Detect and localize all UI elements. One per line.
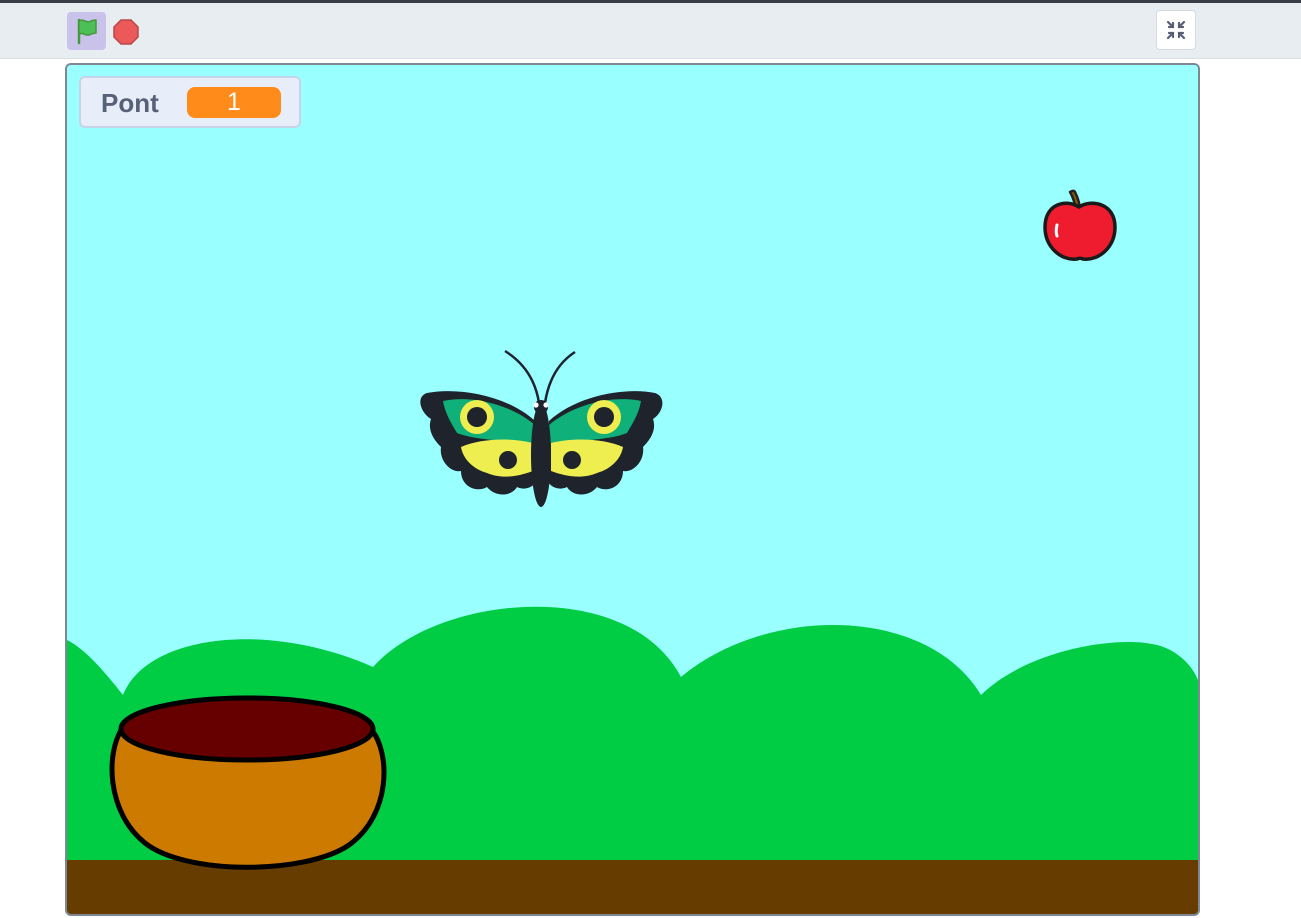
- green-flag-button[interactable]: [67, 12, 106, 50]
- apple-sprite[interactable]: [1039, 185, 1119, 267]
- green-flag-icon: [77, 18, 97, 45]
- variable-monitor-label: Pont: [101, 88, 159, 118]
- stage-toolbar: [0, 3, 1301, 59]
- exit-fullscreen-icon: [1166, 20, 1186, 40]
- variable-monitor-value: 1: [187, 87, 281, 118]
- variable-monitor: Pont 1: [79, 76, 301, 128]
- stage[interactable]: Pont 1: [65, 63, 1200, 916]
- bowl-sprite[interactable]: [105, 693, 391, 877]
- butterfly-sprite[interactable]: [417, 347, 667, 515]
- exit-fullscreen-button[interactable]: [1156, 10, 1196, 50]
- stop-button[interactable]: [112, 18, 140, 46]
- stop-sign-icon: [113, 19, 139, 45]
